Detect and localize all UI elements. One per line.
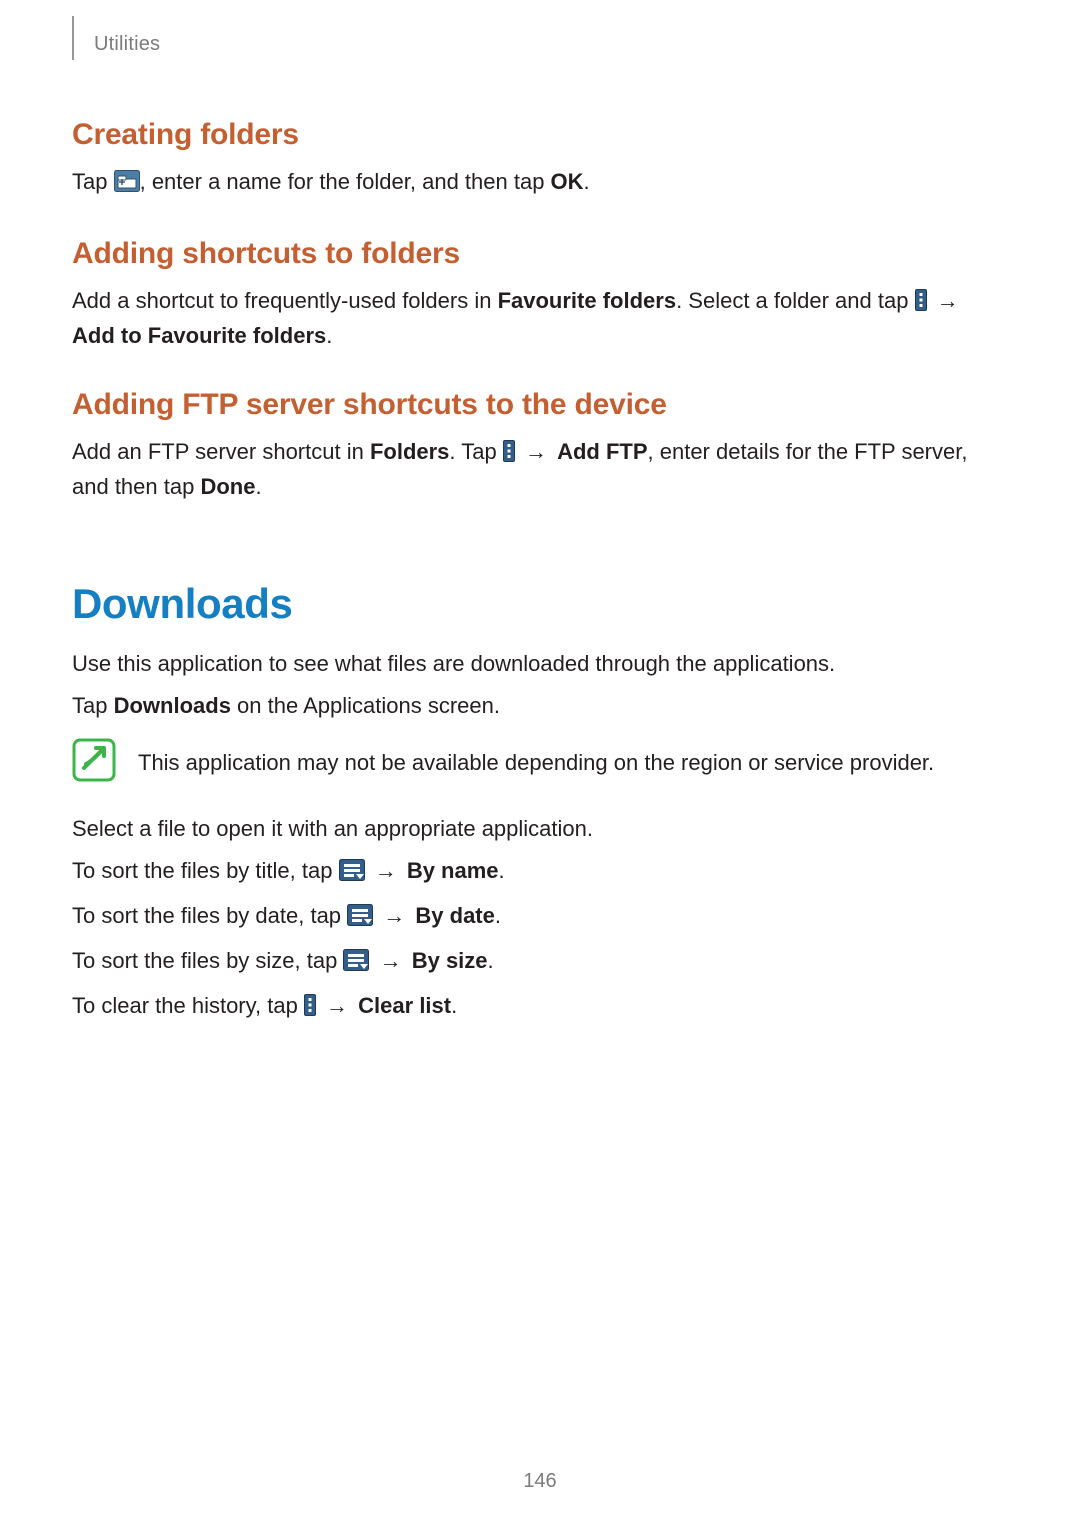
para-downloads-intro1: Use this application to see what files a… bbox=[72, 648, 1008, 680]
para-adding-shortcuts: Add a shortcut to frequently-used folder… bbox=[72, 285, 1008, 352]
text: Tap bbox=[72, 693, 114, 718]
arrow: → bbox=[369, 858, 403, 883]
header-section-label: Utilities bbox=[94, 33, 160, 56]
arrow: → bbox=[931, 288, 959, 313]
text-bold: OK bbox=[551, 169, 584, 194]
header-rule bbox=[72, 16, 74, 60]
text-bold: Favourite folders bbox=[498, 288, 676, 313]
text: To sort the files by size, tap bbox=[72, 948, 343, 973]
text-bold: Folders bbox=[370, 439, 449, 464]
text: Tap bbox=[72, 169, 114, 194]
text-bold: By name bbox=[407, 858, 499, 883]
text: on the Applications screen. bbox=[231, 693, 500, 718]
para-sort-size: To sort the files by size, tap → By size… bbox=[72, 945, 1008, 980]
text: To sort the files by date, tap bbox=[72, 903, 347, 928]
text-bold: By date bbox=[415, 903, 494, 928]
note-text: This application may not be available de… bbox=[138, 747, 934, 779]
text-bold: Add FTP bbox=[557, 439, 647, 464]
text: To clear the history, tap bbox=[72, 993, 304, 1018]
para-downloads-intro2: Tap Downloads on the Applications screen… bbox=[72, 690, 1008, 722]
heading-adding-ftp: Adding FTP server shortcuts to the devic… bbox=[72, 388, 1008, 422]
text: , enter a name for the folder, and then … bbox=[140, 169, 551, 194]
para-select-file: Select a file to open it with an appropr… bbox=[72, 813, 1008, 845]
text: To sort the files by title, tap bbox=[72, 858, 339, 883]
arrow: → bbox=[320, 993, 354, 1018]
sort-menu-icon bbox=[339, 858, 365, 890]
text: . bbox=[488, 948, 494, 973]
text: Add a shortcut to frequently-used folder… bbox=[72, 288, 498, 313]
text: . bbox=[495, 903, 501, 928]
overflow-menu-icon bbox=[304, 993, 316, 1025]
para-adding-ftp: Add an FTP server shortcut in Folders. T… bbox=[72, 436, 1008, 503]
overflow-menu-icon bbox=[915, 288, 927, 320]
heading-creating-folders: Creating folders bbox=[72, 118, 1008, 152]
heading-adding-shortcuts: Adding shortcuts to folders bbox=[72, 237, 1008, 271]
text-bold: Done bbox=[200, 474, 255, 499]
text: . bbox=[499, 858, 505, 883]
arrow: → bbox=[519, 439, 553, 464]
sort-menu-icon bbox=[347, 903, 373, 935]
text: . bbox=[584, 169, 590, 194]
para-sort-date: To sort the files by date, tap → By date… bbox=[72, 900, 1008, 935]
text: . Tap bbox=[449, 439, 502, 464]
text-bold: By size bbox=[412, 948, 488, 973]
arrow: → bbox=[373, 948, 407, 973]
para-creating-folders: Tap , enter a name for the folder, and t… bbox=[72, 166, 1008, 201]
text: Add an FTP server shortcut in bbox=[72, 439, 370, 464]
text-bold: Downloads bbox=[114, 693, 231, 718]
note-icon bbox=[72, 738, 116, 787]
page-number: 146 bbox=[0, 1470, 1080, 1493]
page-header: Utilities bbox=[72, 32, 1008, 60]
overflow-menu-icon bbox=[503, 439, 515, 471]
arrow: → bbox=[377, 903, 411, 928]
sort-menu-icon bbox=[343, 948, 369, 980]
text: . Select a folder and tap bbox=[676, 288, 915, 313]
note-box: This application may not be available de… bbox=[72, 738, 1008, 787]
text-bold: Clear list bbox=[358, 993, 451, 1018]
text: . bbox=[451, 993, 457, 1018]
heading-downloads: Downloads bbox=[72, 580, 1008, 628]
para-sort-title: To sort the files by title, tap → By nam… bbox=[72, 855, 1008, 890]
add-folder-icon bbox=[114, 169, 140, 201]
text-bold: Add to Favourite folders bbox=[72, 323, 326, 348]
page: Utilities Creating folders Tap , enter a… bbox=[0, 0, 1080, 1527]
para-clear-history: To clear the history, tap → Clear list. bbox=[72, 990, 1008, 1025]
text: . bbox=[326, 323, 332, 348]
text: . bbox=[255, 474, 261, 499]
